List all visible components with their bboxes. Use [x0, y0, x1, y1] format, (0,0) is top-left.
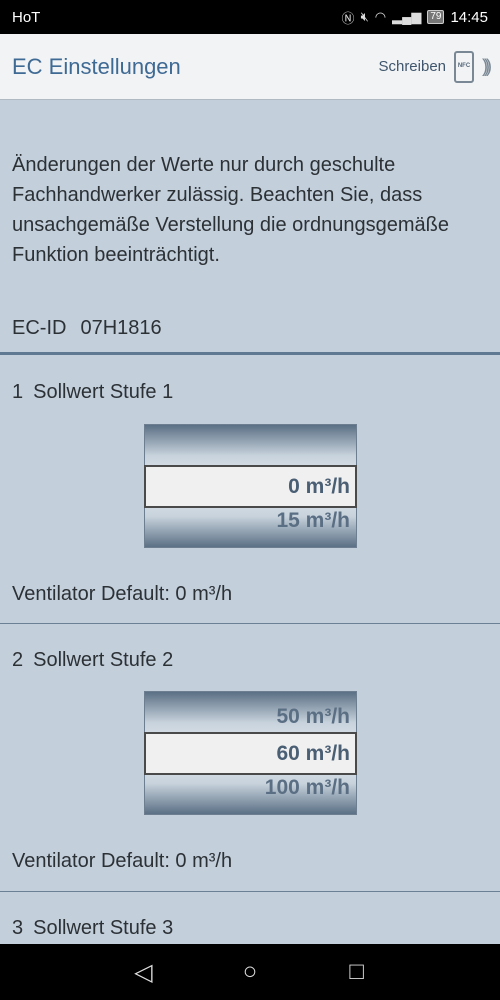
status-icons: Ⓝ 🔇︎ ◠ ▂▄▆ 79 14:45: [342, 8, 488, 27]
ventilator-default-1: Ventilator Default: 0 m³/h: [12, 583, 233, 605]
recents-icon[interactable]: □: [337, 958, 377, 986]
write-button[interactable]: Schreiben NFC ))): [378, 50, 492, 83]
ec-id-value: 07H1816: [80, 317, 162, 339]
write-button-label: Schreiben: [378, 58, 447, 75]
picker-option-below[interactable]: 15 m³/h: [276, 509, 350, 533]
battery-icon: 79: [427, 10, 445, 24]
setpoint-picker-2[interactable]: 50 m³/h 60 m³/h 100 m³/h: [144, 691, 357, 815]
picker-selected[interactable]: 0 m³/h: [144, 465, 357, 508]
clock: 14:45: [450, 8, 488, 26]
wifi-icon: ◠: [374, 9, 387, 24]
divider: [0, 352, 500, 355]
carrier-name: HoT: [12, 8, 41, 26]
section-number: 2: [12, 649, 24, 671]
ventilator-default-2: Ventilator Default: 0 m³/h: [12, 850, 233, 872]
setpoint-picker-1[interactable]: 0 m³/h 15 m³/h: [144, 424, 357, 548]
section-label: Sollwert Stufe 3: [33, 917, 174, 939]
section-title-3: 3 Sollwert Stufe 3: [12, 917, 173, 940]
divider: [0, 891, 500, 892]
settings-content[interactable]: Änderungen der Werte nur durch geschulte…: [0, 100, 500, 944]
section-title-2: 2 Sollwert Stufe 2: [12, 649, 173, 672]
nfc-status-icon: Ⓝ: [341, 10, 355, 26]
home-icon[interactable]: ○: [230, 958, 270, 986]
page-title: EC Einstellungen: [12, 53, 181, 79]
app-bar: EC Einstellungen Schreiben NFC ))): [0, 34, 500, 100]
ec-id-label: EC-ID: [12, 317, 67, 339]
divider: [0, 623, 500, 624]
picker-option-above[interactable]: 50 m³/h: [276, 705, 350, 729]
picker-selected-value: 0 m³/h: [288, 475, 350, 498]
nfc-waves-icon: ))): [482, 56, 492, 76]
picker-option-below[interactable]: 100 m³/h: [265, 776, 350, 800]
mute-icon: 🔇︎: [360, 9, 369, 24]
picker-selected-value: 60 m³/h: [276, 742, 350, 765]
status-bar: HoT Ⓝ 🔇︎ ◠ ▂▄▆ 79 14:45: [0, 0, 500, 34]
picker-selected[interactable]: 60 m³/h: [144, 732, 357, 775]
back-icon[interactable]: ◁: [123, 958, 163, 987]
warning-text: Änderungen der Werte nur durch geschulte…: [12, 154, 449, 266]
section-number: 1: [12, 381, 24, 403]
nfc-text: NFC: [457, 62, 471, 69]
nfc-phone-icon: NFC: [454, 50, 475, 83]
section-number: 3: [12, 917, 24, 939]
navigation-bar: ◁ ○ □: [0, 944, 500, 1000]
section-label: Sollwert Stufe 2: [33, 649, 174, 671]
ec-id-row: EC-ID 07H1816: [12, 317, 162, 340]
section-title-1: 1 Sollwert Stufe 1: [12, 381, 173, 404]
section-label: Sollwert Stufe 1: [33, 381, 174, 403]
signal-icon: ▂▄▆: [392, 9, 422, 24]
